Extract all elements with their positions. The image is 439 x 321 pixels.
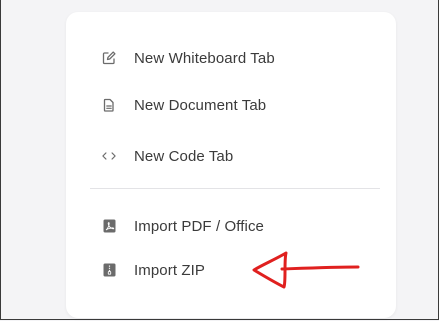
menu-item-new-whiteboard-tab[interactable]: New Whiteboard Tab bbox=[66, 38, 396, 78]
whiteboard-edit-icon bbox=[102, 51, 116, 65]
new-tab-menu: New Whiteboard Tab New Document Tab New … bbox=[66, 12, 396, 318]
menu-item-new-code-tab[interactable]: New Code Tab bbox=[66, 136, 396, 176]
menu-item-label: New Document Tab bbox=[134, 96, 267, 114]
code-brackets-icon bbox=[102, 149, 116, 163]
menu-item-new-document-tab[interactable]: New Document Tab bbox=[66, 85, 396, 125]
document-icon bbox=[102, 98, 116, 112]
menu-item-label: Import PDF / Office bbox=[134, 217, 264, 235]
menu-item-label: New Code Tab bbox=[134, 147, 234, 165]
menu-item-label: Import ZIP bbox=[134, 261, 206, 279]
menu-divider bbox=[90, 188, 380, 189]
menu-item-import-zip[interactable]: Import ZIP bbox=[66, 250, 396, 290]
menu-item-import-pdf-office[interactable]: Import PDF / Office bbox=[66, 206, 396, 246]
menu-item-label: New Whiteboard Tab bbox=[134, 49, 275, 67]
zip-file-icon bbox=[102, 263, 116, 277]
pdf-file-icon bbox=[102, 219, 116, 233]
